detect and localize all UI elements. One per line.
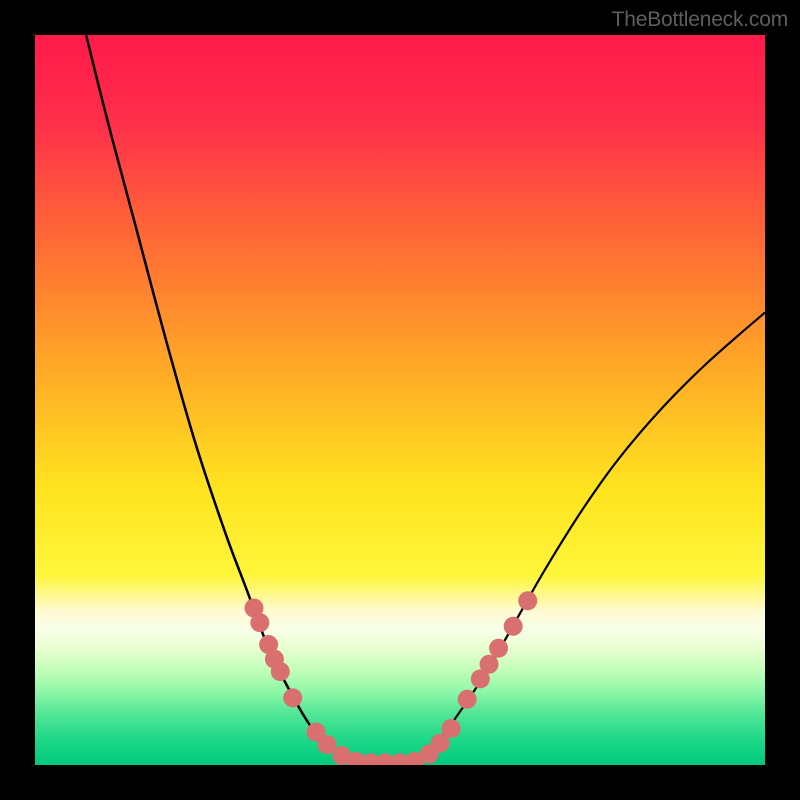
data-marker <box>518 591 537 610</box>
data-marker <box>489 639 508 658</box>
left-curve <box>86 35 356 761</box>
data-marker <box>480 655 499 674</box>
marker-group <box>245 591 538 765</box>
data-marker <box>271 662 290 681</box>
outer-frame: TheBottleneck.com <box>0 0 800 800</box>
plot-area <box>35 35 765 765</box>
data-marker <box>283 688 302 707</box>
chart-overlay <box>35 35 765 765</box>
data-marker <box>442 719 461 738</box>
data-marker <box>250 613 269 632</box>
data-marker <box>504 617 523 636</box>
watermark-text: TheBottleneck.com <box>612 8 788 32</box>
data-marker <box>458 690 477 709</box>
